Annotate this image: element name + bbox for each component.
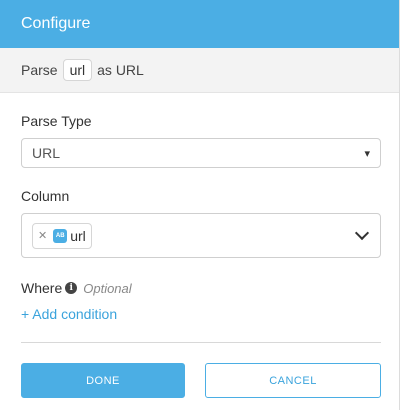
optional-hint: Optional (83, 280, 132, 296)
footer-divider (21, 342, 381, 343)
parse-type-select[interactable]: URL ▾ (21, 138, 381, 168)
column-tag: ✕ AB url (32, 222, 92, 249)
select-arrows-icon: ▾ (364, 147, 370, 160)
column-label: Column (21, 188, 70, 204)
parse-type-label: Parse Type (21, 113, 92, 129)
column-tag-label: url (70, 227, 86, 244)
cancel-button[interactable]: CANCEL (205, 363, 381, 398)
summary-suffix: as URL (97, 62, 144, 78)
info-icon[interactable]: i (65, 282, 78, 294)
chevron-down-icon[interactable] (354, 225, 370, 241)
step-summary: Parse url as URL (0, 48, 399, 93)
summary-column-chip: url (62, 59, 93, 81)
text-type-icon: AB (53, 228, 68, 243)
summary-prefix: Parse (21, 62, 58, 78)
where-label: Where (21, 280, 63, 296)
panel-header: Configure (0, 0, 399, 48)
where-row: Where i Optional (21, 280, 378, 296)
parse-type-value: URL (32, 145, 61, 161)
column-select[interactable]: ✕ AB url (21, 213, 381, 258)
configure-panel: Configure Parse url as URL Parse Type UR… (0, 0, 400, 410)
remove-tag-icon[interactable]: ✕ (38, 229, 47, 242)
done-button[interactable]: DONE (21, 363, 185, 398)
panel-title: Configure (21, 15, 91, 32)
add-condition-link[interactable]: + Add condition (21, 306, 378, 322)
form-body: Parse Type URL ▾ Column ✕ AB url Where i… (0, 113, 399, 322)
